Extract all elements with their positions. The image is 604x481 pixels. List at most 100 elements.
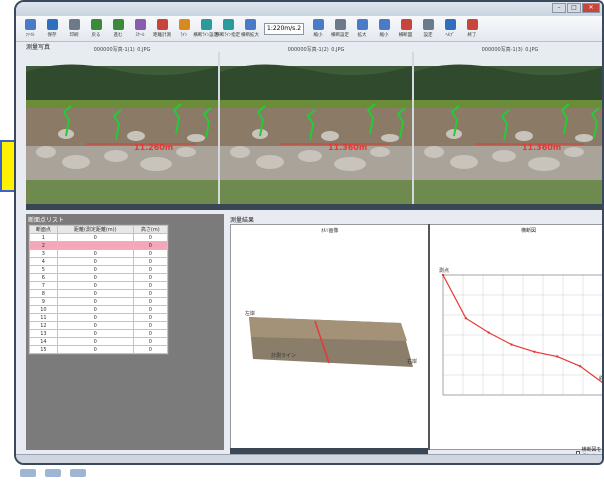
data-point[interactable] [441, 273, 445, 277]
table-cell[interactable]: 15 [29, 345, 58, 354]
table-cell[interactable]: 8 [29, 289, 58, 298]
table-row[interactable]: 300 [29, 249, 169, 258]
table-cell[interactable]: 2 [29, 241, 58, 250]
panel-splitter[interactable] [428, 224, 430, 450]
table-cell[interactable]: 0 [56, 329, 134, 338]
table-row[interactable]: 14 0 0 [29, 337, 169, 346]
table-row[interactable]: 900 [29, 297, 169, 306]
table-cell[interactable]: 12 [29, 321, 58, 330]
table-cell[interactable]: 0 [132, 345, 169, 354]
ortho-image-view[interactable]: 左岸 右岸 計測ライン [231, 225, 427, 449]
table-cell[interactable]: 0 [132, 321, 169, 330]
toolbar-button[interactable]: 横断設定 [330, 17, 350, 41]
survey-photo[interactable]: 11.260m [26, 52, 218, 204]
table-cell[interactable]: 5 [29, 265, 58, 274]
cross-section-chart[interactable]: 測点終点 [431, 225, 604, 449]
toolbar-button[interactable]: 戻る [86, 17, 106, 41]
table-cell[interactable]: 1 [29, 233, 58, 242]
table-row[interactable]: 13 0 0 [29, 329, 169, 338]
table-cell[interactable]: 0 [56, 321, 134, 330]
table-row[interactable]: 400 [29, 257, 169, 266]
toolbar-button[interactable]: 横断拡大 [240, 17, 260, 41]
toolbar-button[interactable]: ﾌｧｲﾙ [20, 17, 40, 41]
table-row[interactable]: 600 [29, 273, 169, 282]
toolbar-button[interactable]: 拡大 [352, 17, 372, 41]
table-cell[interactable]: 10 [29, 305, 58, 314]
table-cell[interactable]: 0 [132, 257, 169, 266]
toolbar-button[interactable]: ﾗｲﾝ [174, 17, 194, 41]
table-cell[interactable]: 0 [56, 265, 134, 274]
table-cell[interactable]: 0 [132, 337, 169, 346]
table-cell[interactable]: 6 [29, 273, 58, 282]
toolbar-button[interactable]: ｽｹｰﾙ [130, 17, 150, 41]
table-cell[interactable]: 0 [56, 297, 134, 306]
table-cell[interactable]: 0 [132, 273, 169, 282]
table-cell[interactable]: 0 [132, 265, 169, 274]
table-row[interactable]: 500 [29, 265, 169, 274]
table-cell[interactable]: 0 [56, 281, 134, 290]
column-header[interactable]: 断面点 [29, 225, 58, 234]
toolbar-button[interactable]: 距離計測 [152, 17, 172, 41]
toolbar-button[interactable]: 縮小 [374, 17, 394, 41]
table-cell[interactable]: 0 [56, 249, 134, 258]
maximize-icon[interactable]: □ [567, 3, 581, 13]
data-point[interactable] [556, 355, 559, 358]
table-row[interactable]: 700 [29, 281, 169, 290]
table-row[interactable]: 800 [29, 289, 169, 298]
column-header[interactable]: 高さ(m) [132, 225, 169, 234]
table-cell[interactable]: 0 [56, 313, 134, 322]
table-cell[interactable]: 0 [132, 313, 169, 322]
taskbar-app-2[interactable] [45, 469, 62, 477]
taskbar-app-3[interactable] [70, 469, 87, 477]
table-cell[interactable]: 4 [29, 257, 58, 266]
table-cell[interactable]: 9 [29, 297, 58, 306]
table-cell[interactable]: 3 [29, 249, 58, 258]
table-cell[interactable]: 0 [132, 297, 169, 306]
toolbar-button[interactable]: 縮小 [308, 17, 328, 41]
minimize-icon[interactable]: – [552, 3, 566, 13]
toolbar-button[interactable]: 横断ﾗｲﾝ指定 [216, 17, 240, 41]
table-row[interactable]: 12 0 0 [29, 321, 169, 330]
table-cell[interactable]: 0 [56, 233, 134, 242]
toolbar-button[interactable]: 横断ﾗｲﾝ設定 [194, 17, 218, 41]
toolbar-button[interactable]: 保存 [42, 17, 62, 41]
data-point[interactable] [510, 343, 513, 346]
table-cell[interactable]: 14 [29, 337, 58, 346]
data-point[interactable] [578, 365, 582, 368]
table-cell[interactable]: 0 [132, 233, 169, 242]
table-cell[interactable]: 0 [132, 249, 169, 258]
toolbar-button[interactable]: 横断図 [396, 17, 416, 41]
toolbar-button[interactable]: 設定 [418, 17, 438, 41]
data-point[interactable] [487, 331, 490, 334]
data-point[interactable] [533, 350, 536, 353]
table-cell[interactable]: 0 [132, 281, 169, 290]
table-row[interactable]: 20 [29, 241, 169, 250]
table-cell[interactable]: 0 [56, 337, 134, 346]
table-row[interactable]: 100 [29, 233, 169, 242]
scale-combo[interactable]: 1:220m/s.2 [264, 22, 304, 35]
table-cell[interactable]: 13 [29, 329, 58, 338]
survey-photo[interactable]: 11.360m [414, 52, 602, 204]
toolbar-button[interactable]: ﾍﾙﾌﾟ [440, 17, 460, 41]
table-cell[interactable]: 0 [132, 289, 169, 298]
table-cell[interactable]: 0 [132, 241, 169, 250]
table-cell[interactable]: 0 [56, 345, 134, 354]
section-point-table[interactable]: 断面点 距離(測定距離(m)) 高さ(m) 10020300400500600700… [28, 224, 169, 355]
table-row[interactable]: 15 0 0 [29, 345, 169, 354]
table-cell[interactable]: 11 [29, 313, 58, 322]
table-row[interactable]: 10 0 0 [29, 305, 169, 314]
toolbar-button[interactable]: 進む [108, 17, 128, 41]
table-cell[interactable]: 0 [132, 329, 169, 338]
table-cell[interactable]: 0 [56, 305, 134, 314]
table-cell[interactable] [56, 241, 134, 250]
toolbar-button[interactable]: 印刷 [64, 17, 84, 41]
table-row[interactable]: 11 0 0 [29, 313, 169, 322]
toolbar-button[interactable]: 終了 [462, 17, 482, 41]
table-cell[interactable]: 0 [56, 273, 134, 282]
table-cell[interactable]: 0 [56, 289, 134, 298]
table-cell[interactable]: 0 [56, 257, 134, 266]
close-icon[interactable]: ✕ [582, 3, 600, 13]
data-point[interactable] [464, 317, 468, 320]
survey-photo[interactable]: 11.360m [220, 52, 412, 204]
table-cell[interactable]: 0 [132, 305, 169, 314]
